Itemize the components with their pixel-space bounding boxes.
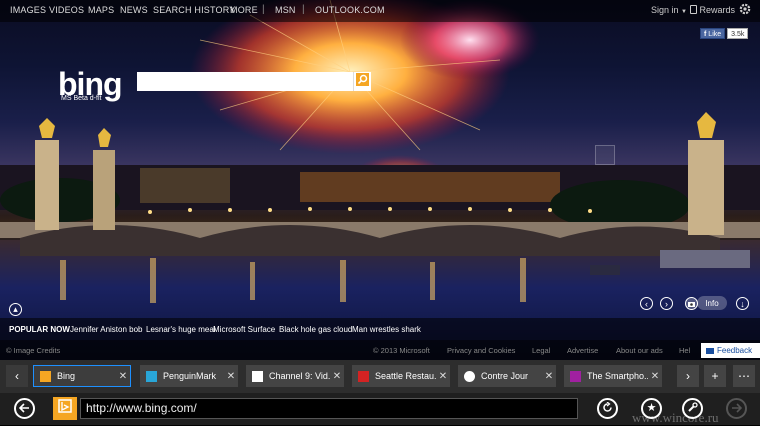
image-info-button[interactable]: Info xyxy=(697,296,727,310)
tab-close-icon[interactable]: ✕ xyxy=(542,371,556,382)
page-footer: © Image Credits © 2013 Microsoft Privacy… xyxy=(0,340,760,360)
popular-now-item[interactable]: Jennifer Aniston bob xyxy=(70,325,143,334)
image-credits-link[interactable]: © Image Credits xyxy=(6,346,60,355)
tab-channel9[interactable]: Channel 9: Vid... ✕ xyxy=(246,365,344,387)
penguinmark-favicon-icon xyxy=(146,370,157,382)
feedback-button[interactable]: Feedback xyxy=(701,343,760,358)
speech-bubble-icon xyxy=(706,347,714,354)
top-navigation: IMAGES VIDEOS MAPS NEWS SEARCH HISTORY M… xyxy=(0,0,760,22)
popular-now-item[interactable]: Black hole gas cloud xyxy=(279,325,352,334)
tab-contre-jour[interactable]: Contre Jour ✕ xyxy=(458,365,556,387)
search-button[interactable] xyxy=(353,72,371,91)
sign-in-link[interactable]: Sign in ▼ xyxy=(651,5,687,15)
tab-bing[interactable]: Bing ✕ xyxy=(33,365,131,387)
facebook-like-widget[interactable]: f Like 3.5k xyxy=(700,28,749,39)
new-tab-button[interactable]: + xyxy=(704,365,726,387)
tab-penguinmark[interactable]: PenguinMark ✕ xyxy=(140,365,238,387)
facebook-like-button[interactable]: f Like xyxy=(700,28,726,39)
rewards-link[interactable]: Rewards xyxy=(690,5,735,15)
facebook-like-count: 3.5k xyxy=(727,28,749,39)
yelp-favicon-icon xyxy=(358,370,369,382)
privacy-link[interactable]: Privacy and Cookies xyxy=(447,346,515,355)
nav-videos-link[interactable]: VIDEOS xyxy=(49,5,84,15)
tab-close-icon[interactable]: ✕ xyxy=(648,371,662,382)
tabs-scroll-left-button[interactable]: ‹ xyxy=(6,365,28,387)
previous-image-icon[interactable]: ‹ xyxy=(640,297,653,310)
nav-maps-link[interactable]: MAPS xyxy=(88,5,114,15)
chevron-left-icon: ‹ xyxy=(15,369,19,383)
chevron-right-icon: › xyxy=(686,369,690,383)
search-icon xyxy=(356,72,369,91)
about-ads-link[interactable]: About our ads xyxy=(616,346,663,355)
feedback-label: Feedback xyxy=(717,346,753,355)
rewards-label: Rewards xyxy=(699,5,736,15)
next-image-icon[interactable]: › xyxy=(660,297,673,310)
contrejour-favicon-icon xyxy=(464,370,475,382)
download-icon[interactable]: ↓ xyxy=(736,297,749,310)
tab-close-icon[interactable]: ✕ xyxy=(330,371,344,382)
popular-now-item[interactable]: Lesnar's huge meal xyxy=(146,325,216,334)
tab-close-icon[interactable]: ✕ xyxy=(224,371,238,382)
forward-button[interactable] xyxy=(726,398,747,419)
rewards-icon xyxy=(690,5,697,14)
site-favicon xyxy=(53,397,77,420)
popular-now-item[interactable]: Man wrestles shark xyxy=(352,325,421,334)
popular-now-item[interactable]: Microsoft Surface xyxy=(213,325,275,334)
smartphone-favicon-icon xyxy=(570,370,581,382)
search-input[interactable] xyxy=(137,72,353,91)
forward-arrow-icon xyxy=(731,400,743,418)
tab-seattle-restaurants[interactable]: Seattle Restau... ✕ xyxy=(352,365,450,387)
tab-smartphone[interactable]: The Smartpho... ✕ xyxy=(564,365,662,387)
back-arrow-icon xyxy=(18,400,30,418)
tab-title: Bing xyxy=(57,371,76,381)
bing-favicon-icon xyxy=(40,370,51,382)
tab-title: Seattle Restau... xyxy=(375,371,436,381)
nav-msn-link[interactable]: MSN xyxy=(275,5,296,15)
legal-link[interactable]: Legal xyxy=(532,346,550,355)
advertise-link[interactable]: Advertise xyxy=(567,346,598,355)
popular-now-bar: POPULAR NOW Jennifer Aniston bob Lesnar'… xyxy=(0,318,760,340)
tab-title: The Smartpho... xyxy=(587,371,648,381)
nav-more-link[interactable]: MORE xyxy=(230,5,258,15)
more-icon: ⋯ xyxy=(738,369,750,383)
tab-title: Contre Jour xyxy=(481,371,529,381)
tab-close-icon[interactable]: ✕ xyxy=(436,371,450,382)
bing-b-icon xyxy=(58,399,72,418)
tabs-scroll-right-button[interactable]: › xyxy=(677,365,699,387)
chevron-down-icon: ▼ xyxy=(681,9,687,15)
watermark-text: www.wincore.ru xyxy=(632,410,719,425)
nav-news-link[interactable]: NEWS xyxy=(120,5,148,15)
nav-separator: | xyxy=(302,4,305,15)
plus-icon: + xyxy=(711,369,719,383)
back-button[interactable] xyxy=(14,398,35,419)
tab-close-icon[interactable]: ✕ xyxy=(116,371,130,382)
refresh-icon xyxy=(602,400,613,418)
channel9-favicon-icon xyxy=(252,370,263,382)
popular-now-heading: POPULAR NOW xyxy=(9,325,70,334)
refresh-button[interactable] xyxy=(597,398,618,419)
hotspot-marker[interactable] xyxy=(595,145,615,165)
facebook-like-label: Like xyxy=(708,31,722,38)
sign-in-label: Sign in xyxy=(651,5,679,15)
collapse-up-icon[interactable]: ▴ xyxy=(9,303,22,316)
address-input[interactable]: http://www.bing.com/ xyxy=(80,398,578,419)
nav-search-history-link[interactable]: SEARCH HISTORY xyxy=(153,5,236,15)
gear-icon[interactable] xyxy=(738,2,752,21)
nav-separator: | xyxy=(262,4,265,15)
help-link[interactable]: Hel xyxy=(679,346,690,355)
tab-title: PenguinMark xyxy=(163,371,217,381)
nav-images-link[interactable]: IMAGES xyxy=(10,5,46,15)
nav-outlook-link[interactable]: OUTLOOK.COM xyxy=(315,5,385,15)
copyright-text: © 2013 Microsoft xyxy=(373,346,430,355)
bing-logo-subtitle: MS Beta d-flt xyxy=(61,95,102,102)
browser-tab-bar: ‹ Bing ✕ PenguinMark ✕ Channel 9: Vid...… xyxy=(0,360,760,393)
tab-title: Channel 9: Vid... xyxy=(269,371,330,381)
tab-options-button[interactable]: ⋯ xyxy=(733,365,755,387)
